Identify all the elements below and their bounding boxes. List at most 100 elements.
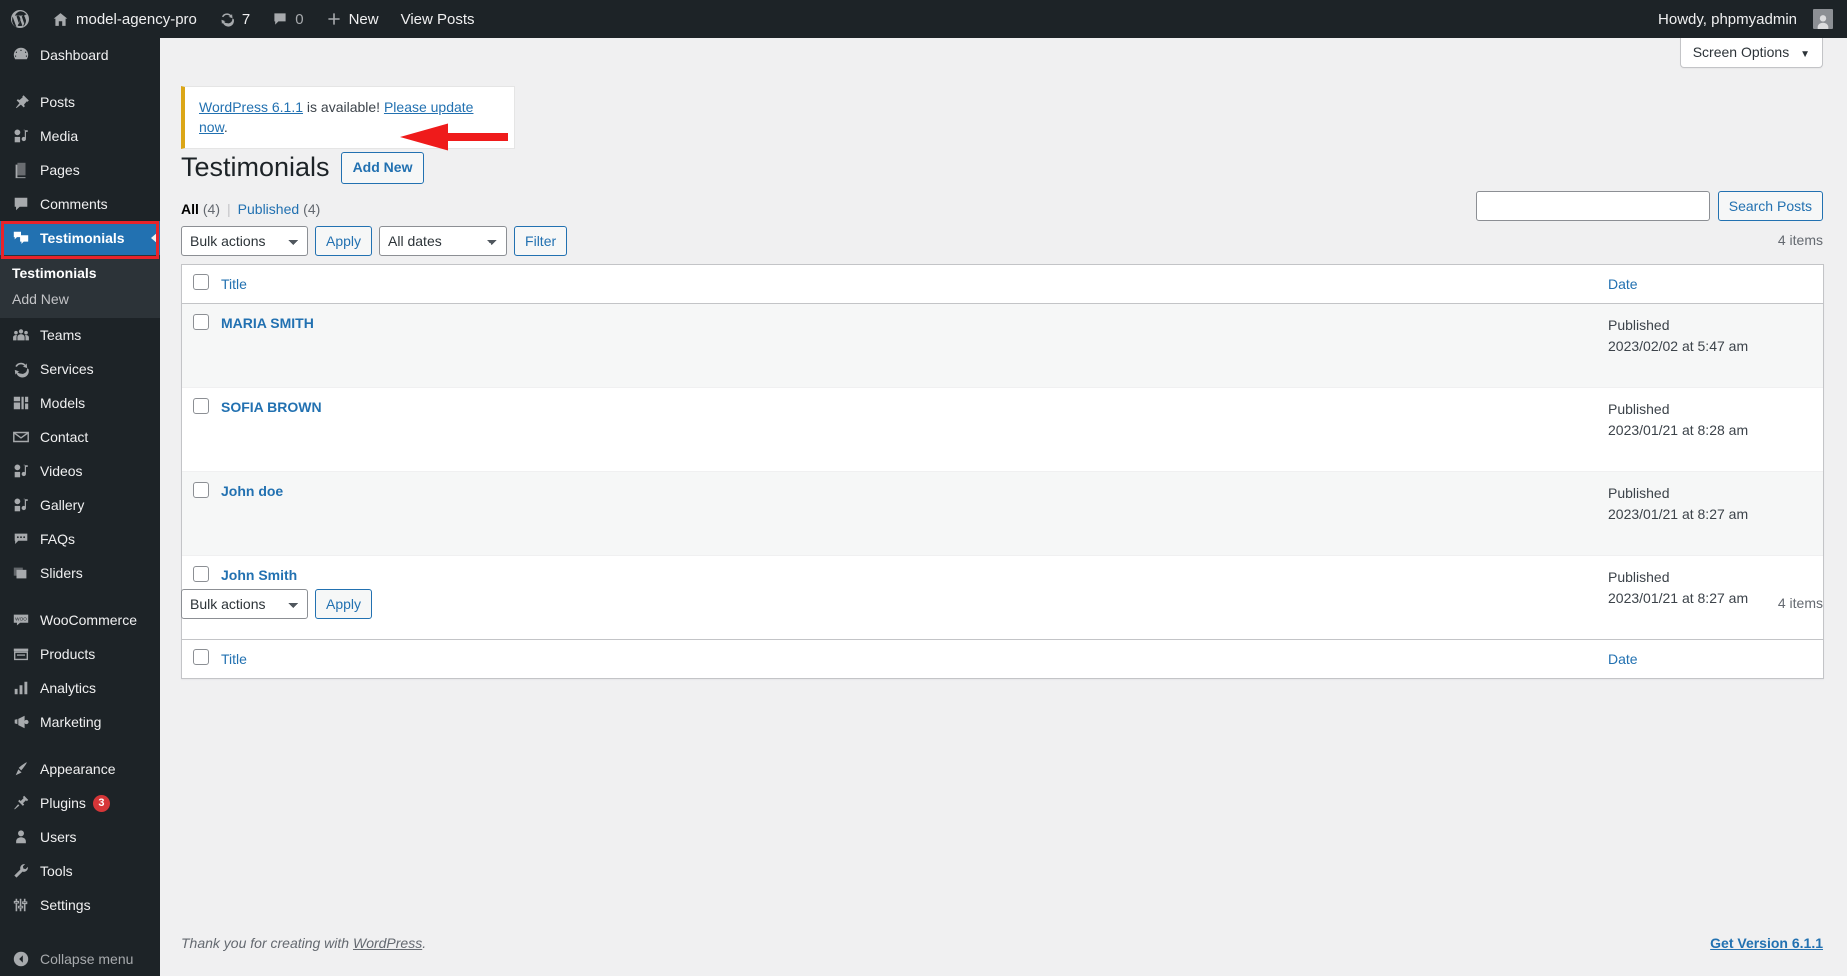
sidebar-item-pages[interactable]: Pages: [0, 153, 160, 187]
sort-by-title-bottom[interactable]: Title: [221, 651, 247, 667]
row-select-cell: [182, 304, 221, 387]
sidebar-item-tools[interactable]: Tools: [0, 854, 160, 888]
sidebar-item-appearance[interactable]: Appearance: [0, 752, 160, 786]
plugins-plug-icon: [11, 793, 31, 813]
bulk-actions-select-top[interactable]: Bulk actions Edit Move to Trash: [181, 226, 308, 256]
search-posts-button[interactable]: Search Posts: [1717, 191, 1823, 221]
analytics-icon: [11, 678, 31, 698]
collapse-menu-button[interactable]: Collapse menu: [0, 942, 160, 976]
sidebar-item-comments[interactable]: Comments: [0, 187, 160, 221]
row-date-cell: Published 2023/01/21 at 8:27 am: [1608, 471, 1823, 555]
row-checkbox[interactable]: [193, 398, 209, 414]
pin-icon: [11, 92, 31, 112]
sort-by-date-bottom[interactable]: Date: [1608, 651, 1638, 667]
testimonials-icon: [11, 228, 31, 248]
view-link-published[interactable]: Published: [238, 201, 300, 217]
select-all-checkbox-bottom[interactable]: [193, 649, 209, 665]
add-new-button[interactable]: Add New: [340, 151, 425, 184]
site-name-label: model-agency-pro: [76, 10, 197, 28]
submenu-arrow-icon: [151, 232, 158, 244]
sort-by-title-top[interactable]: Title: [221, 276, 247, 292]
view-link-all[interactable]: All: [181, 201, 199, 217]
avatar: [1813, 9, 1833, 29]
wordpress-logo-icon: [10, 9, 30, 29]
row-title-cell: John doe: [221, 471, 1608, 555]
row-title-link[interactable]: John Smith: [221, 567, 297, 583]
admin-bar: model-agency-pro 7 0 New View Posts Howd…: [0, 0, 1847, 38]
sidebar-item-models[interactable]: Models: [0, 386, 160, 420]
sidebar-item-posts[interactable]: Posts: [0, 85, 160, 119]
apply-button-top[interactable]: Apply: [315, 226, 373, 256]
wordpress-version-link[interactable]: WordPress 6.1.1: [199, 99, 303, 115]
wordpress-logo-button[interactable]: [0, 0, 41, 38]
sidebar-item-marketing[interactable]: Marketing: [0, 705, 160, 739]
updates-menu[interactable]: 7: [208, 0, 261, 38]
select-all-checkbox-top[interactable]: [193, 274, 209, 290]
sidebar-item-plugins[interactable]: Plugins 3: [0, 786, 160, 820]
screen-options-toggle[interactable]: Screen Options ▼: [1679, 38, 1823, 68]
sidebar-item-products[interactable]: Products: [0, 637, 160, 671]
row-checkbox[interactable]: [193, 314, 209, 330]
sidebar-item-label: Appearance: [40, 761, 116, 777]
sidebar-item-label: Tools: [40, 863, 73, 879]
view-posts-link[interactable]: View Posts: [390, 0, 486, 38]
site-name-menu[interactable]: model-agency-pro: [41, 0, 208, 38]
my-account-menu[interactable]: Howdy, phpmyadmin: [1647, 0, 1847, 38]
sidebar-item-label: Plugins: [40, 795, 86, 811]
new-content-menu[interactable]: New: [315, 0, 390, 38]
row-title-link[interactable]: John doe: [221, 483, 283, 499]
sort-by-date-top[interactable]: Date: [1608, 276, 1638, 292]
bulk-actions-select-bottom[interactable]: Bulk actions Edit Move to Trash: [181, 589, 308, 619]
view-posts-label: View Posts: [400, 10, 475, 28]
plus-icon: [326, 11, 342, 27]
menu-separator: [0, 590, 160, 603]
sidebar-item-sliders[interactable]: Sliders: [0, 556, 160, 590]
column-footer-title: Title: [221, 639, 1608, 678]
sidebar-item-contact[interactable]: Contact: [0, 420, 160, 454]
sidebar-item-analytics[interactable]: Analytics: [0, 671, 160, 705]
sidebar-item-gallery[interactable]: Gallery: [0, 488, 160, 522]
search-input[interactable]: [1475, 191, 1710, 221]
row-date: 2023/02/02 at 5:47 am: [1608, 338, 1749, 354]
envelope-icon: [11, 427, 31, 447]
date-filter-select[interactable]: All dates January 2023 February 2023: [379, 226, 508, 256]
row-title-link[interactable]: SOFIA BROWN: [221, 399, 322, 415]
sidebar-item-label: Models: [40, 395, 86, 411]
row-select-cell: [182, 387, 221, 471]
sidebar-item-services[interactable]: Services: [0, 352, 160, 386]
sidebar-item-media[interactable]: Media: [0, 119, 160, 153]
sidebar-item-label: Sliders: [40, 565, 83, 581]
comments-menu[interactable]: 0: [261, 0, 314, 38]
tablenav-top: Bulk actions Edit Move to Trash Apply Al…: [181, 226, 568, 256]
filter-button[interactable]: Filter: [514, 226, 568, 256]
table-header-row: Title Date: [182, 265, 1823, 304]
column-header-title: Title: [221, 265, 1608, 304]
get-version-link[interactable]: Get Version 6.1.1: [1710, 935, 1823, 951]
faq-icon: [11, 529, 31, 549]
sidebar-item-users[interactable]: Users: [0, 820, 160, 854]
row-checkbox[interactable]: [193, 482, 209, 498]
row-title-link[interactable]: MARIA SMITH: [221, 315, 314, 331]
settings-sliders-icon: [11, 895, 31, 915]
sidebar-item-dashboard[interactable]: Dashboard: [0, 38, 160, 72]
sliders-icon: [11, 563, 31, 583]
sidebar-item-label: Settings: [40, 897, 91, 913]
sidebar-item-woocommerce[interactable]: WOO WooCommerce: [0, 603, 160, 637]
apply-button-bottom[interactable]: Apply: [315, 589, 373, 619]
row-checkbox[interactable]: [193, 566, 209, 582]
sidebar-item-testimonials[interactable]: Testimonials: [0, 221, 160, 255]
sidebar-item-label: Marketing: [40, 714, 102, 730]
sidebar-item-teams[interactable]: Teams: [0, 318, 160, 352]
footer-wordpress-link[interactable]: WordPress: [353, 935, 422, 951]
sidebar-item-faqs[interactable]: FAQs: [0, 522, 160, 556]
submenu-item-add-new[interactable]: Add New: [0, 286, 160, 312]
row-status: Published: [1608, 401, 1670, 417]
menu-separator: [0, 72, 160, 85]
woocommerce-icon: WOO: [11, 610, 31, 630]
submenu-item-testimonials[interactable]: Testimonials: [0, 260, 160, 286]
item-count-top: 4 items: [1777, 232, 1823, 248]
svg-text:WOO: WOO: [15, 616, 27, 621]
sidebar-item-settings[interactable]: Settings: [0, 888, 160, 922]
sidebar-item-videos[interactable]: Videos: [0, 454, 160, 488]
row-status: Published: [1608, 485, 1670, 501]
